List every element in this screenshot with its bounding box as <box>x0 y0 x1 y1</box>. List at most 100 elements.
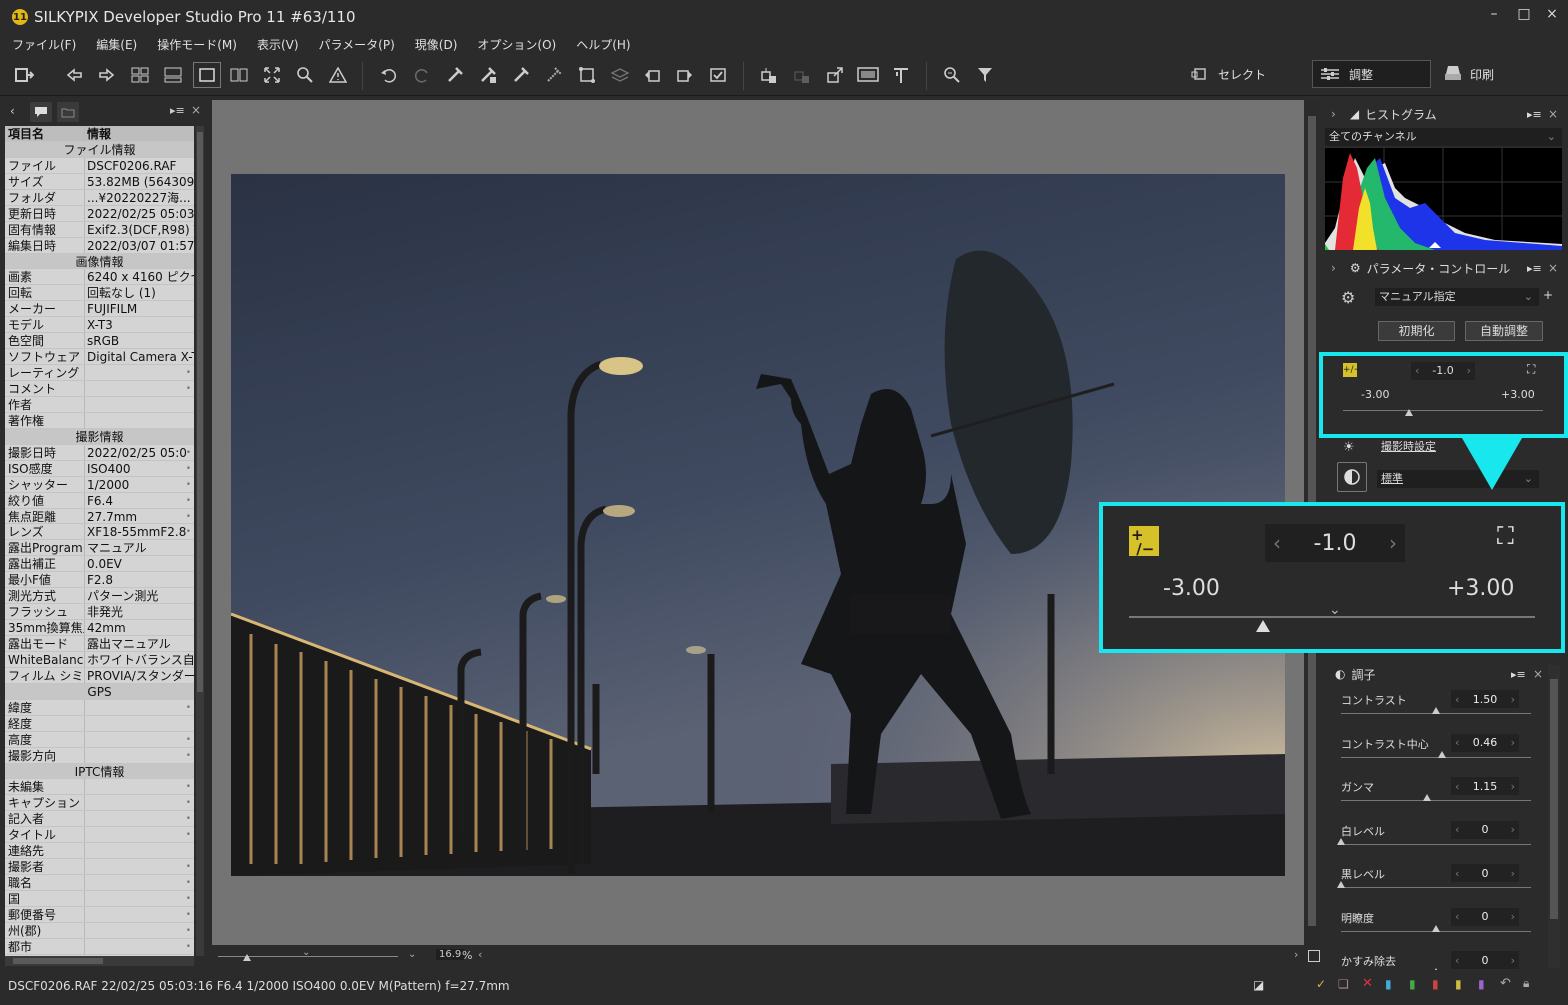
tone-control-thumb[interactable] <box>1432 707 1440 714</box>
lock-icon[interactable]: 🔒︎ <box>1523 976 1529 991</box>
paste-param-select-icon[interactable] <box>509 64 533 86</box>
info-row[interactable]: レーティング • <box>5 365 194 381</box>
paste-param-icon[interactable] <box>476 64 500 86</box>
display-icon[interactable]: ◪ <box>1253 978 1264 992</box>
info-row[interactable]: 更新日時 2022/02/25 05:03: <box>5 205 194 222</box>
decrease-icon[interactable]: ‹ <box>1455 693 1459 706</box>
print-mode-button[interactable]: 印刷 <box>1442 60 1552 88</box>
batch-develop-icon[interactable] <box>790 64 814 86</box>
edit-dot-icon[interactable]: • <box>186 381 191 396</box>
edit-dot-icon[interactable]: • <box>186 795 191 810</box>
callout-increase-icon[interactable]: › <box>1389 531 1397 555</box>
param-control-header[interactable]: › ⚙ パラメータ・コントロール ▸≡ × <box>1321 256 1568 280</box>
info-row[interactable]: 州(郡) • <box>5 922 194 939</box>
info-section-header[interactable]: IPTC情報 <box>5 763 194 780</box>
callout-auto-icon[interactable]: ⛶ <box>1497 522 1514 550</box>
info-row[interactable]: 露出Program マニュアル <box>5 540 194 557</box>
info-section-header[interactable]: ファイル情報 <box>5 141 194 158</box>
preset-gear-icon[interactable]: ⚙ <box>1341 288 1355 307</box>
decrease-icon[interactable]: ‹ <box>1455 910 1459 923</box>
info-row[interactable]: ファイル DSCF0206.RAF <box>5 157 194 174</box>
info-row[interactable]: 都市 • <box>5 938 194 955</box>
menu-mode[interactable]: 操作モード(M) <box>145 36 245 53</box>
tone-control-track[interactable] <box>1341 800 1531 801</box>
param-menu-icon[interactable]: ▸≡ <box>1527 262 1542 275</box>
tone-control-stepper[interactable]: ‹ 0.46 › <box>1451 733 1519 752</box>
info-row[interactable]: 露出補正 0.0EV <box>5 556 194 573</box>
info-row[interactable]: 記入者 • <box>5 811 194 828</box>
info-row[interactable]: 高度 • <box>5 731 194 748</box>
edit-dot-icon[interactable]: • <box>186 748 191 763</box>
layers-icon[interactable] <box>608 64 632 86</box>
expand-histogram-icon[interactable]: › <box>1331 107 1336 121</box>
column-header-value[interactable]: 情報 <box>85 126 194 141</box>
info-row[interactable]: 撮影者 • <box>5 859 194 876</box>
callout-decrease-icon[interactable]: ‹ <box>1273 531 1281 555</box>
info-row[interactable]: 著作権 <box>5 412 194 429</box>
edit-dot-icon[interactable]: • <box>186 477 191 492</box>
comment-tab-icon[interactable] <box>30 102 52 122</box>
menu-view[interactable]: 表示(V) <box>245 36 307 53</box>
histogram-header[interactable]: › ◢ ヒストグラム ▸≡ × <box>1321 102 1568 126</box>
info-row[interactable]: シャッター 1/2000 • <box>5 476 194 493</box>
control-scrollbar[interactable] <box>1548 665 1560 968</box>
zoom-fit-icon[interactable]: ⌄ <box>302 947 310 958</box>
increase-icon[interactable]: › <box>1511 693 1515 706</box>
column-header-key[interactable]: 項目名 <box>5 126 85 141</box>
rotate-left-icon[interactable] <box>640 64 664 86</box>
info-row[interactable]: 回転 回転なし (1) <box>5 285 194 302</box>
info-row[interactable]: 国 • <box>5 891 194 907</box>
increase-icon[interactable]: › <box>1511 736 1515 749</box>
label-green-icon[interactable]: ▮ <box>1409 977 1416 991</box>
auto-adjust-button[interactable]: 自動調整 <box>1465 321 1543 341</box>
tone-panel-header[interactable]: ◐ 調子 ▸≡ × <box>1321 662 1568 686</box>
callout-exposure-stepper[interactable]: ‹ -1.0 › <box>1265 524 1405 562</box>
zoom-prev-icon[interactable]: ‹ <box>478 948 482 961</box>
preset-select[interactable]: マニュアル指定 ⌄ <box>1375 288 1539 306</box>
info-row[interactable]: 編集日時 2022/03/07 01:57: <box>5 237 194 254</box>
tone-control-stepper[interactable]: ‹ 0 › <box>1451 820 1519 839</box>
info-row[interactable]: タイトル • <box>5 827 194 844</box>
callout-slider-thumb[interactable] <box>1255 620 1270 632</box>
edit-dot-icon[interactable]: • <box>186 859 191 874</box>
menu-file[interactable]: ファイル(F) <box>0 36 84 53</box>
info-row[interactable]: ISO感度 ISO400 • <box>5 460 194 477</box>
info-row[interactable]: 撮影日時 2022/02/25 05:0 • <box>5 444 194 461</box>
info-scrollbar[interactable] <box>196 126 204 956</box>
undo-icon[interactable] <box>377 64 401 86</box>
increase-icon[interactable]: › <box>1511 823 1515 836</box>
keep-mark-icon[interactable]: ✓ <box>1316 977 1326 991</box>
straighten-icon[interactable] <box>889 64 913 86</box>
info-row[interactable]: 35mm換算焦点42mm <box>5 620 194 636</box>
info-row[interactable]: レンズ XF18-55mmF2.8 • <box>5 524 194 541</box>
param-mark-icon[interactable] <box>542 64 566 86</box>
info-row[interactable]: フォルダ ...¥20220227海... <box>5 189 194 206</box>
export-icon[interactable] <box>823 64 847 86</box>
zoom-slider-thumb[interactable] <box>243 954 251 961</box>
info-row[interactable]: フラッシュ 非発光 <box>5 604 194 621</box>
edit-dot-icon[interactable]: • <box>186 891 191 906</box>
info-row[interactable]: キャプション • <box>5 795 194 812</box>
info-row[interactable]: メーカー FUJIFILM <box>5 301 194 318</box>
label-purple-icon[interactable]: ▮ <box>1478 977 1485 991</box>
edit-dot-icon[interactable]: • <box>186 365 191 380</box>
info-row[interactable]: 露出モード 露出マニュアル <box>5 636 194 652</box>
tone-control-stepper[interactable]: ‹ 0 › <box>1451 864 1519 882</box>
panel-menu-icon[interactable]: ▸≡ <box>170 104 185 117</box>
increase-icon[interactable]: › <box>1511 867 1515 880</box>
compare-view-icon[interactable] <box>227 64 251 86</box>
tone-control-stepper[interactable]: ‹ 0 › <box>1451 951 1519 969</box>
increase-icon[interactable]: › <box>1511 910 1515 923</box>
develop-icon[interactable] <box>757 64 781 86</box>
callout-slider-track[interactable] <box>1129 616 1535 618</box>
decrease-icon[interactable]: ‹ <box>1455 867 1459 880</box>
folder-tab-icon[interactable] <box>57 102 79 122</box>
zoom-icon[interactable] <box>293 64 317 86</box>
collapse-left-icon[interactable]: ‹ <box>10 104 15 118</box>
tone-close-icon[interactable]: × <box>1533 667 1543 681</box>
menu-edit[interactable]: 編集(E) <box>84 36 145 53</box>
info-hscrollbar[interactable] <box>5 956 194 966</box>
tone-control-stepper[interactable]: ‹ 0 › <box>1451 907 1519 926</box>
loupe-icon[interactable] <box>940 64 964 86</box>
reject-mark-icon[interactable]: ✕ <box>1362 976 1373 991</box>
